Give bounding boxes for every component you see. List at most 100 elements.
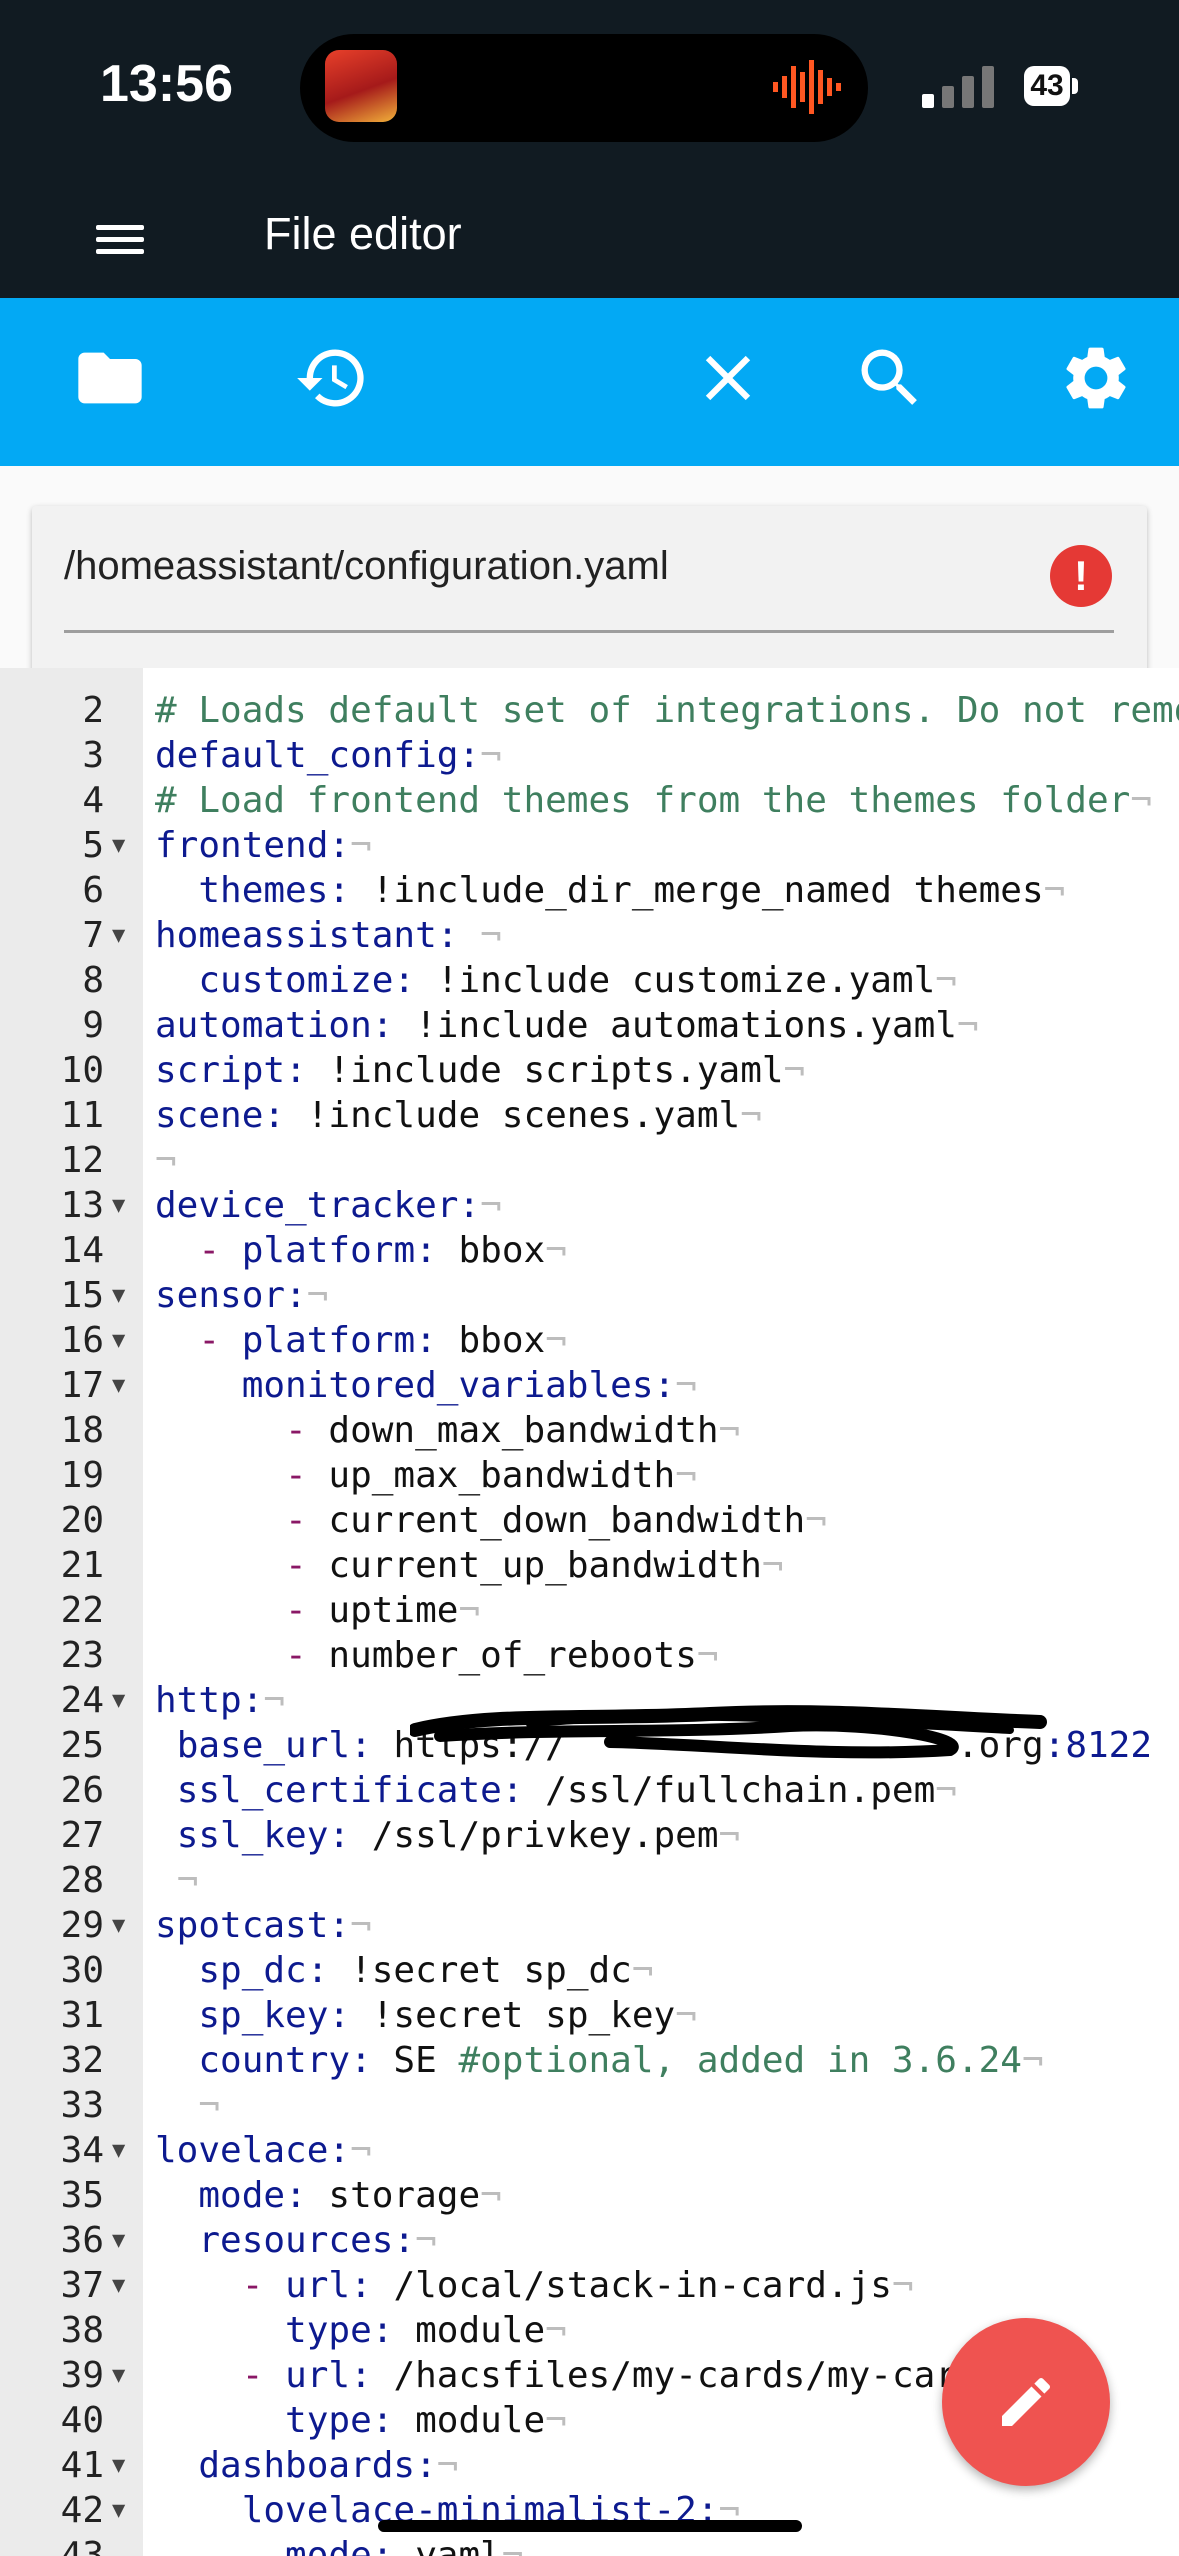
code-line[interactable]: 20 - current_down_bandwidth¬ [0, 1498, 1179, 1543]
code-line[interactable]: 28 ¬ [0, 1858, 1179, 1903]
fold-toggle-icon[interactable]: ▼ [112, 2218, 125, 2263]
code-line[interactable]: 14 - platform: bbox¬ [0, 1228, 1179, 1273]
code-text: script: !include scripts.yaml¬ [155, 1050, 806, 1091]
search-icon[interactable] [852, 340, 928, 416]
fold-toggle-icon[interactable]: ▼ [112, 823, 125, 868]
line-number: 41 [60, 2445, 104, 2486]
code-text: - number_of_reboots¬ [285, 1635, 719, 1676]
code-line[interactable]: 13 ▼ device_tracker:¬ [0, 1183, 1179, 1228]
fold-toggle-icon[interactable]: ▼ [112, 2263, 125, 2308]
line-number: 30 [60, 1950, 104, 1991]
line-number: 33 [60, 2085, 104, 2126]
code-line[interactable]: 23 - number_of_reboots¬ [0, 1633, 1179, 1678]
fold-toggle-icon[interactable]: ▼ [112, 2443, 125, 2488]
code-text: sp_dc: !secret sp_dc¬ [198, 1950, 654, 1991]
code-line[interactable]: 16 ▼ - platform: bbox¬ [0, 1318, 1179, 1363]
album-art-icon[interactable] [325, 50, 397, 122]
code-editor[interactable]: 2 # Loads default set of integrations. Do… [0, 668, 1179, 2556]
code-text: type: module¬ [285, 2310, 567, 2351]
code-line[interactable]: 33 ¬ [0, 2083, 1179, 2128]
code-text: lovelace:¬ [155, 2130, 372, 2171]
line-number: 8 [82, 960, 104, 1001]
line-number: 23 [60, 1635, 104, 1676]
fold-toggle-icon[interactable]: ▼ [112, 1903, 125, 1948]
fold-toggle-icon[interactable]: ▼ [112, 1183, 125, 1228]
line-number: 17 [60, 1365, 104, 1406]
fold-toggle-icon[interactable]: ▼ [112, 2488, 125, 2533]
code-line[interactable]: 9 automation: !include automations.yaml¬ [0, 1003, 1179, 1048]
line-number: 19 [60, 1455, 104, 1496]
line-number: 27 [60, 1815, 104, 1856]
edit-fab-button[interactable] [942, 2318, 1110, 2486]
code-line[interactable]: 29 ▼ spotcast:¬ [0, 1903, 1179, 1948]
history-icon[interactable] [294, 340, 370, 416]
code-line[interactable]: 6 themes: !include_dir_merge_named theme… [0, 868, 1179, 913]
code-line[interactable]: 7 ▼ homeassistant: ¬ [0, 913, 1179, 958]
folder-icon[interactable] [72, 340, 148, 416]
fold-toggle-icon[interactable]: ▼ [112, 1273, 125, 1318]
code-line[interactable]: 21 - current_up_bandwidth¬ [0, 1543, 1179, 1588]
code-line[interactable]: 27 ssl_key: /ssl/privkey.pem¬ [0, 1813, 1179, 1858]
code-line[interactable]: 26 ssl_certificate: /ssl/fullchain.pem¬ [0, 1768, 1179, 1813]
code-text: ¬ [176, 1860, 199, 1901]
code-line[interactable]: 36 ▼ resources:¬ [0, 2218, 1179, 2263]
fold-toggle-icon[interactable]: ▼ [112, 1363, 125, 1408]
code-line[interactable]: 3 default_config:¬ [0, 733, 1179, 778]
code-line[interactable]: 4 # Load frontend themes from the themes … [0, 778, 1179, 823]
code-text: - url: /local/stack-in-card.js¬ [241, 2265, 914, 2306]
code-line[interactable]: 17 ▼ monitored_variables:¬ [0, 1363, 1179, 1408]
code-text: - uptime¬ [285, 1590, 481, 1631]
file-path-card [32, 506, 1147, 686]
code-line[interactable]: 22 - uptime¬ [0, 1588, 1179, 1633]
fold-toggle-icon[interactable]: ▼ [112, 913, 125, 958]
code-line[interactable]: 18 - down_max_bandwidth¬ [0, 1408, 1179, 1453]
code-line[interactable]: 30 sp_dc: !secret sp_dc¬ [0, 1948, 1179, 1993]
code-line[interactable]: 12 ¬ [0, 1138, 1179, 1183]
code-line[interactable]: 32 country: SE #optional, added in 3.6.2… [0, 2038, 1179, 2083]
close-icon[interactable] [690, 340, 766, 416]
code-line[interactable]: 37 ▼ - url: /local/stack-in-card.js¬ [0, 2263, 1179, 2308]
code-line[interactable]: 35 mode: storage¬ [0, 2173, 1179, 2218]
code-line[interactable]: 5 ▼ frontend:¬ [0, 823, 1179, 868]
line-number: 14 [60, 1230, 104, 1271]
file-path-underline [64, 630, 1114, 633]
code-text: dashboards:¬ [198, 2445, 459, 2486]
code-line[interactable]: 10 script: !include scripts.yaml¬ [0, 1048, 1179, 1093]
code-text: type: module¬ [285, 2400, 567, 2441]
fold-toggle-icon[interactable]: ▼ [112, 1678, 125, 1723]
line-number: 29 [60, 1905, 104, 1946]
audio-wave-icon [773, 60, 841, 114]
code-line[interactable]: 43 mode: yaml¬ [0, 2533, 1179, 2556]
code-text: resources:¬ [198, 2220, 437, 2261]
code-text: customize: !include customize.yaml¬ [198, 960, 957, 1001]
code-line[interactable]: 11 scene: !include scenes.yaml¬ [0, 1093, 1179, 1138]
code-line[interactable]: 34 ▼ lovelace:¬ [0, 2128, 1179, 2173]
line-number: 21 [60, 1545, 104, 1586]
file-path-input[interactable]: /homeassistant/configuration.yaml [64, 544, 669, 589]
code-line[interactable]: 31 sp_key: !secret sp_key¬ [0, 1993, 1179, 2038]
code-text: - platform: bbox¬ [198, 1230, 567, 1271]
settings-icon[interactable] [1058, 340, 1134, 416]
code-text: # Load frontend themes from the themes f… [155, 780, 1153, 821]
code-text: frontend:¬ [155, 825, 372, 866]
code-line[interactable]: 15 ▼ sensor:¬ [0, 1273, 1179, 1318]
line-number: 3 [82, 735, 104, 776]
code-line[interactable]: 19 - up_max_bandwidth¬ [0, 1453, 1179, 1498]
code-line[interactable]: 2 # Loads default set of integrations. Do… [0, 688, 1179, 733]
error-alert-icon[interactable]: ! [1050, 545, 1112, 607]
fold-toggle-icon[interactable]: ▼ [112, 2128, 125, 2173]
code-text: monitored_variables:¬ [241, 1365, 697, 1406]
line-number: 4 [82, 780, 104, 821]
home-indicator[interactable] [378, 2520, 802, 2532]
code-line[interactable]: 8 customize: !include customize.yaml¬ [0, 958, 1179, 1003]
line-number: 13 [60, 1185, 104, 1226]
line-number: 36 [60, 2220, 104, 2261]
line-number: 24 [60, 1680, 104, 1721]
code-text: sensor:¬ [155, 1275, 329, 1316]
code-text: mode: yaml¬ [285, 2535, 524, 2556]
fold-toggle-icon[interactable]: ▼ [112, 1318, 125, 1363]
fold-toggle-icon[interactable]: ▼ [112, 2353, 125, 2398]
hamburger-menu-icon[interactable] [96, 218, 144, 258]
line-number: 31 [60, 1995, 104, 2036]
status-time: 13:56 [100, 55, 233, 113]
